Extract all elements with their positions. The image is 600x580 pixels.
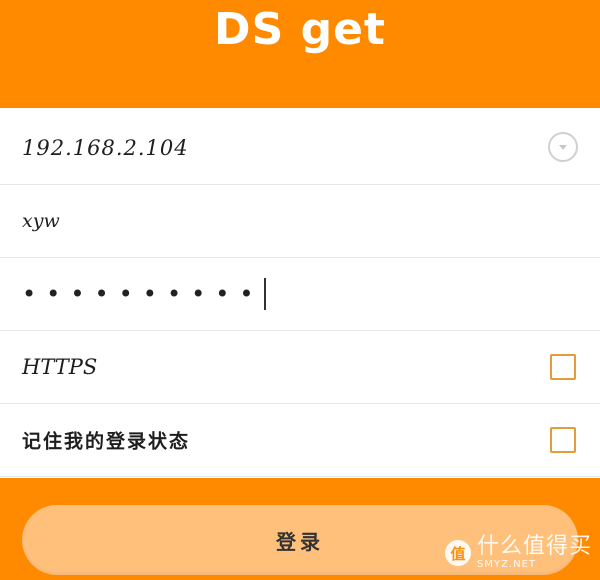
host-dropdown-button[interactable] [548, 132, 578, 162]
password-row[interactable]: •••••••••• [0, 258, 600, 331]
text-caret [263, 278, 266, 310]
password-input[interactable]: •••••••••• [22, 278, 266, 310]
remember-checkbox[interactable] [550, 427, 576, 453]
https-row[interactable]: HTTPS [0, 331, 600, 404]
app-title: DS get [214, 4, 386, 55]
https-checkbox[interactable] [550, 354, 576, 380]
watermark-subtext: SMYZ.NET [476, 559, 537, 570]
app-header: DS get [0, 0, 600, 108]
host-row[interactable]: 192.168.2.104 [0, 112, 600, 185]
watermark-text: 什么值得买 [476, 534, 592, 559]
username-row[interactable]: xyw [0, 185, 600, 258]
password-mask: •••••••••• [22, 280, 264, 308]
remember-label: 记住我的登录状态 [22, 430, 191, 453]
https-label: HTTPS [22, 355, 98, 379]
watermark-logo-icon: 值 [444, 540, 471, 566]
remember-row[interactable]: 记住我的登录状态 [0, 404, 600, 477]
host-input[interactable]: 192.168.2.104 [22, 136, 189, 160]
watermark: 值 什么值得买 SMYZ.NET [444, 536, 592, 570]
username-input[interactable]: xyw [22, 210, 60, 232]
login-form: 192.168.2.104 xyw •••••••••• HTTPS 记住我的登… [0, 112, 600, 477]
watermark-text-stack: 什么值得买 SMYZ.NET [477, 536, 592, 570]
